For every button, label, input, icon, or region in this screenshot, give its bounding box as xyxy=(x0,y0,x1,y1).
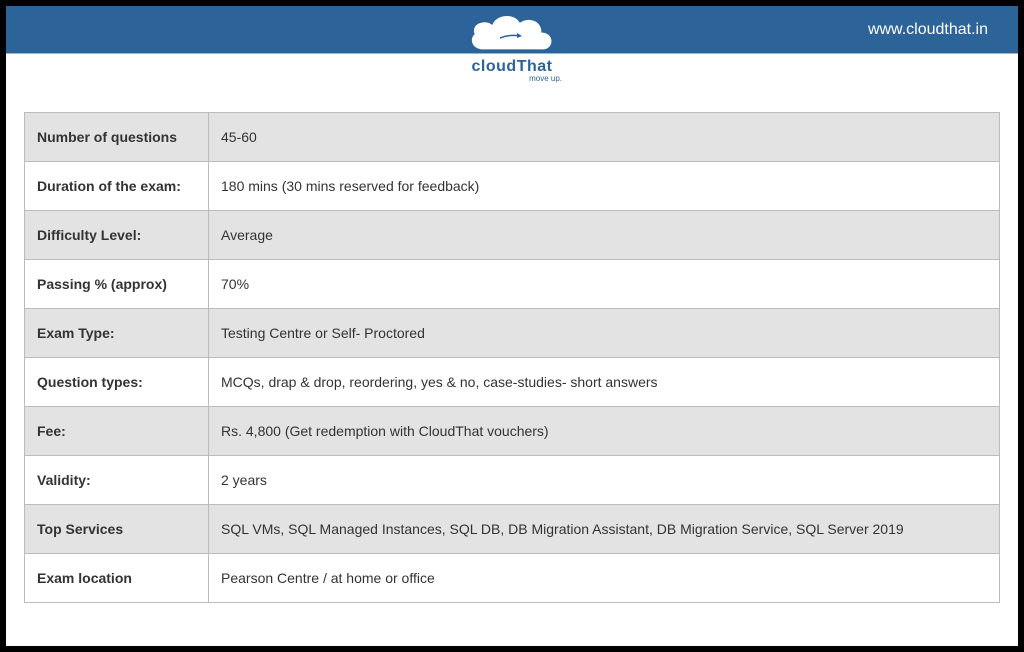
table-row: Fee:Rs. 4,800 (Get redemption with Cloud… xyxy=(25,407,1000,456)
row-label: Top Services xyxy=(25,505,209,554)
table-row: Number of questions45-60 xyxy=(25,113,1000,162)
row-value: 45-60 xyxy=(209,113,1000,162)
row-value: 180 mins (30 mins reserved for feedback) xyxy=(209,162,1000,211)
row-value: 70% xyxy=(209,260,1000,309)
row-value: Average xyxy=(209,211,1000,260)
row-value: Pearson Centre / at home or office xyxy=(209,554,1000,603)
table-row: Exam Type:Testing Centre or Self- Procto… xyxy=(25,309,1000,358)
table-row: Top ServicesSQL VMs, SQL Managed Instanc… xyxy=(25,505,1000,554)
brand-tagline: move up. xyxy=(462,74,562,83)
row-label: Question types: xyxy=(25,358,209,407)
table-row: Difficulty Level:Average xyxy=(25,211,1000,260)
row-value: Rs. 4,800 (Get redemption with CloudThat… xyxy=(209,407,1000,456)
website-url: www.cloudthat.in xyxy=(868,21,988,39)
brand-logo: cloudThat move up. xyxy=(462,8,562,83)
exam-info-table: Number of questions45-60Duration of the … xyxy=(24,112,1000,603)
row-value: Testing Centre or Self- Proctored xyxy=(209,309,1000,358)
row-label: Exam Type: xyxy=(25,309,209,358)
document-frame: www.cloudthat.in cloudThat move up. Numb… xyxy=(0,0,1024,652)
table-row: Duration of the exam:180 mins (30 mins r… xyxy=(25,162,1000,211)
table-row: Question types:MCQs, drap & drop, reorde… xyxy=(25,358,1000,407)
row-value: 2 years xyxy=(209,456,1000,505)
row-label: Number of questions xyxy=(25,113,209,162)
content-area: Number of questions45-60Duration of the … xyxy=(6,54,1018,646)
cloud-icon xyxy=(462,8,562,64)
table-row: Exam locationPearson Centre / at home or… xyxy=(25,554,1000,603)
row-label: Passing % (approx) xyxy=(25,260,209,309)
row-value: SQL VMs, SQL Managed Instances, SQL DB, … xyxy=(209,505,1000,554)
row-label: Exam location xyxy=(25,554,209,603)
row-label: Fee: xyxy=(25,407,209,456)
row-label: Difficulty Level: xyxy=(25,211,209,260)
table-row: Passing % (approx)70% xyxy=(25,260,1000,309)
table-row: Validity:2 years xyxy=(25,456,1000,505)
row-value: MCQs, drap & drop, reordering, yes & no,… xyxy=(209,358,1000,407)
row-label: Duration of the exam: xyxy=(25,162,209,211)
row-label: Validity: xyxy=(25,456,209,505)
